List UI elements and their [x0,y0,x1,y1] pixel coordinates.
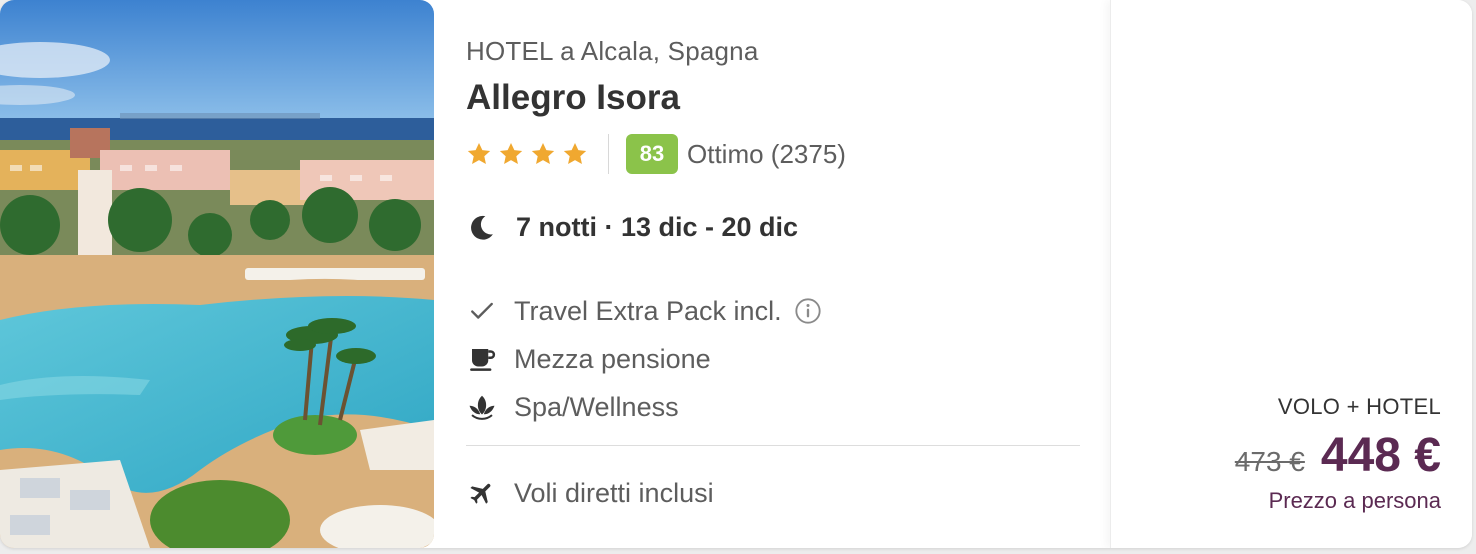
review-score-badge[interactable]: 83 [626,134,678,174]
flight-label: Voli diretti inclusi [514,477,714,508]
star-icon [467,142,491,164]
hotel-location: HOTEL a Alcala, Spagna [466,36,759,66]
rating-divider [608,134,609,174]
star-icon [563,142,587,164]
coffee-cup-icon [466,343,498,375]
price-row: 473 € 448 € [1235,428,1441,483]
info-icon[interactable] [794,297,822,325]
hotel-name[interactable]: Allegro Isora [466,78,680,118]
price-note: Prezzo a persona [1268,488,1441,513]
star-rating [466,141,588,167]
section-divider [466,445,1080,446]
review-score-text[interactable]: Ottimo (2375) [687,139,846,170]
feature-spa-wellness: Spa/Wellness [466,389,679,425]
check-icon [466,295,498,327]
hotel-photo[interactable] [0,0,434,548]
price-panel[interactable]: VOLO + HOTEL 473 € 448 € Prezzo a person… [1110,0,1472,548]
lotus-icon [466,391,498,423]
stay-dates: 7 notti · 13 dic - 20 dic [466,212,798,243]
feature-travel-extra-pack: Travel Extra Pack incl. [466,293,822,329]
feature-label: Mezza pensione [514,343,711,374]
hotel-photo-image [0,0,434,548]
feature-meal-plan: Mezza pensione [466,341,711,377]
feature-label: Travel Extra Pack incl. [514,295,782,326]
hotel-card[interactable]: HOTEL a Alcala, Spagna Allegro Isora 83 … [0,0,1472,548]
old-price: 473 € [1234,446,1305,477]
flight-info: Voli diretti inclusi [466,475,714,511]
stay-dates-text: 7 notti · 13 dic - 20 dic [516,212,799,242]
hotel-info: HOTEL a Alcala, Spagna Allegro Isora 83 … [466,0,1080,548]
star-icon [531,142,555,164]
star-icon [499,142,523,164]
package-type: VOLO + HOTEL [1277,394,1441,419]
airplane-icon [466,477,498,509]
moon-icon [471,215,493,240]
current-price[interactable]: 448 € [1321,428,1441,483]
rating-row: 83 Ottimo (2375) [466,134,846,174]
feature-label: Spa/Wellness [514,391,679,422]
